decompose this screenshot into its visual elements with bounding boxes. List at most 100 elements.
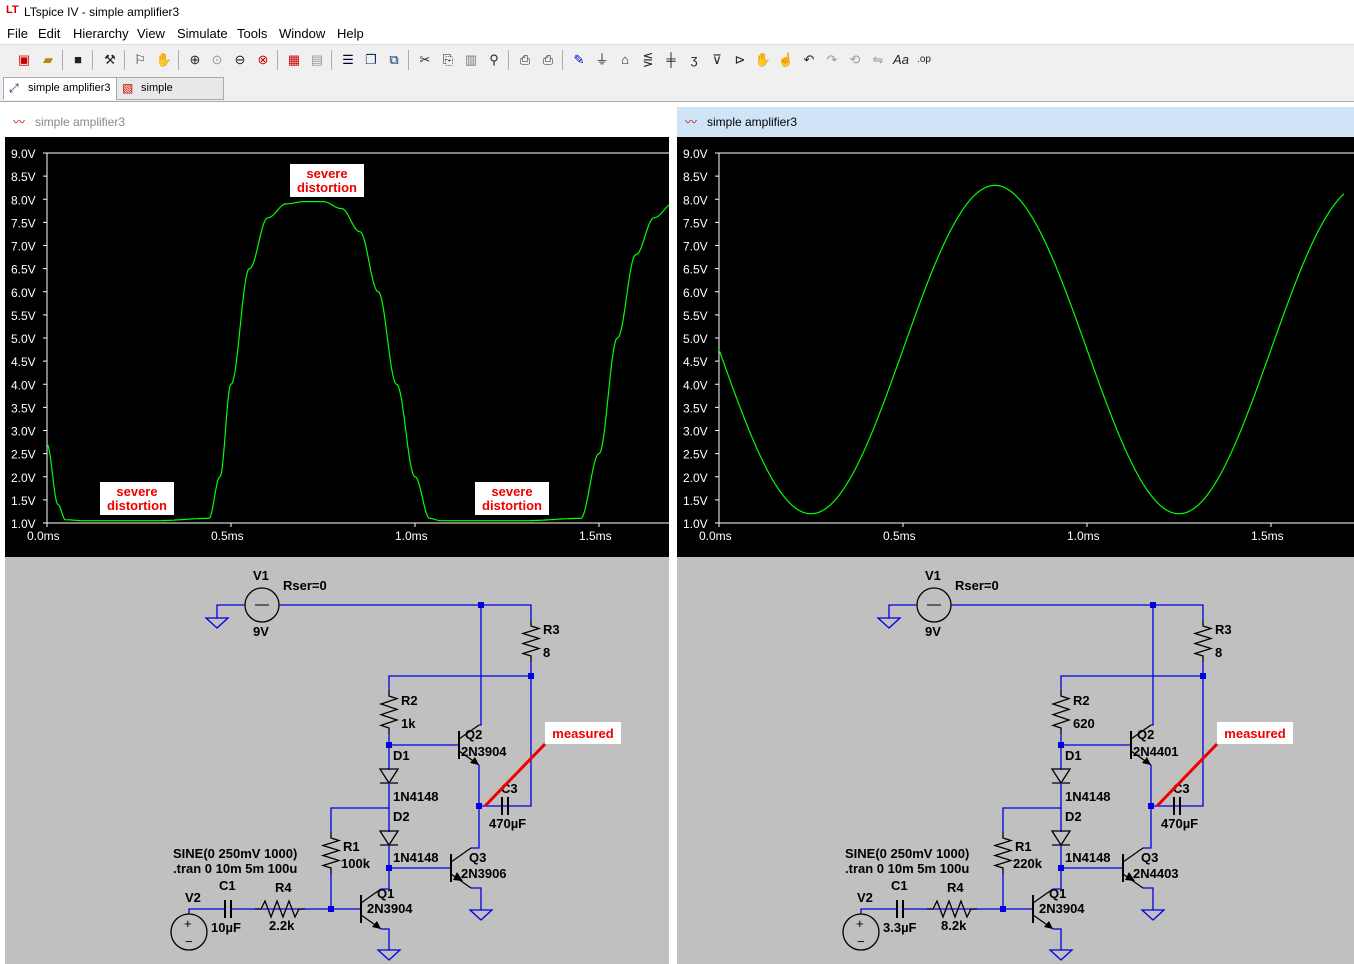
sine-directive: SINE(0 250mV 1000) [845, 846, 969, 861]
y-tick-label: 5.0V [683, 332, 708, 346]
right-plot[interactable]: 9.0V 8.5V 8.0V 7.5V 7.0V 6.5V 6.0V 5.5V 5.0V 4.5V… [677, 137, 1354, 557]
tab-waveform[interactable]: ▧ simple amplifier3 [116, 77, 224, 115]
r1-resistor[interactable] [992, 832, 1014, 874]
wire [471, 887, 482, 910]
copy-icon[interactable]: ⎘ [438, 50, 458, 70]
r2-label: R2 [1073, 693, 1090, 708]
paste-icon[interactable]: ▥ [461, 50, 481, 70]
tab-schematic[interactable]: ⤢ simple amplifier3 [3, 77, 119, 100]
grid-icon[interactable]: ▤ [307, 50, 327, 70]
wire-icon[interactable]: ✎ [569, 50, 589, 70]
tile-horizontal-icon[interactable]: ☰ [338, 50, 358, 70]
menu-file[interactable]: File [7, 26, 28, 41]
r3-label: R3 [543, 622, 560, 637]
cascade-icon[interactable]: ❐ [361, 50, 381, 70]
zoom-in-icon[interactable]: ⊕ [185, 50, 205, 70]
text-icon[interactable]: Aa [891, 50, 911, 70]
autorange-icon[interactable]: ▦ [284, 50, 304, 70]
undo-icon[interactable]: ↶ [799, 50, 819, 70]
resistor-icon[interactable]: ⋚ [638, 50, 658, 70]
r2-resistor[interactable] [1050, 690, 1072, 734]
move-icon[interactable]: ✋ [753, 50, 773, 70]
ground-icon[interactable]: ⏚ [592, 50, 612, 70]
halt-icon[interactable]: ✋ [154, 50, 174, 70]
y-tick-label: 4.0V [11, 378, 36, 392]
left-window-title[interactable]: 〰 simple amplifier3 [5, 107, 669, 137]
r1-label: R1 [1015, 839, 1032, 854]
ground-symbol [204, 617, 230, 629]
menu-view[interactable]: View [137, 26, 165, 41]
wire [381, 928, 390, 950]
wire [1143, 887, 1154, 910]
d1-label: D1 [393, 748, 410, 763]
d1-diode[interactable] [1050, 768, 1072, 785]
y-tick-label: 2.5V [683, 448, 708, 462]
control-panel-icon[interactable]: ⚒ [100, 50, 120, 70]
tran-directive: .tran 0 10m 5m 100u [845, 861, 969, 876]
r3-resistor[interactable] [520, 620, 542, 662]
zoom-out-icon[interactable]: ⊖ [230, 50, 250, 70]
r3-value: 8 [543, 645, 550, 660]
measured-annotation: measured [1217, 722, 1293, 744]
run-icon[interactable]: ⚐ [130, 50, 150, 70]
menu-tools[interactable]: Tools [237, 26, 267, 41]
d2-label: D2 [1065, 809, 1082, 824]
r3-resistor[interactable] [1192, 620, 1214, 662]
r2-value: 620 [1073, 716, 1095, 731]
ground-symbol [1140, 909, 1166, 921]
cut-icon[interactable]: ✂ [415, 50, 435, 70]
menu-simulate[interactable]: Simulate [177, 26, 228, 41]
r2-resistor[interactable] [378, 690, 400, 734]
q3-label: Q3 [469, 850, 486, 865]
menu-edit[interactable]: Edit [38, 26, 60, 41]
q3-value: 2N3906 [461, 866, 507, 881]
component-icon[interactable]: ⊳ [730, 50, 750, 70]
menu-help[interactable]: Help [337, 26, 364, 41]
save-icon[interactable]: ■ [68, 50, 88, 70]
pan-icon[interactable]: ⊙ [207, 50, 227, 70]
wire [1053, 928, 1062, 950]
left-plot[interactable]: 9.0V 8.5V 8.0V 7.5V 7.0V 6.5V 6.0V 5.5V 5.0V 4.5V… [5, 137, 675, 557]
c3-value: 470µF [1161, 816, 1198, 831]
find-icon[interactable]: ⚲ [484, 50, 504, 70]
print-icon[interactable]: ⎙ [538, 50, 558, 70]
c1-label: C1 [219, 878, 236, 893]
mirror-icon[interactable]: ⇋ [868, 50, 888, 70]
v2-label: V2 [185, 890, 201, 905]
rotate-icon[interactable]: ⟲ [845, 50, 865, 70]
svg-text:+: + [856, 916, 864, 931]
new-schematic-icon[interactable]: ▣ [14, 50, 34, 70]
q1-value: 2N3904 [1039, 901, 1085, 916]
zoom-fit-icon[interactable]: ⊗ [253, 50, 273, 70]
d2-value: 1N4148 [1065, 850, 1111, 865]
y-tick-label: 7.0V [11, 240, 36, 254]
y-tick-label: 7.0V [683, 240, 708, 254]
tile-vertical-icon[interactable]: ⧉ [384, 50, 404, 70]
menu-hierarchy[interactable]: Hierarchy [73, 26, 129, 41]
open-icon[interactable]: ▰ [38, 50, 58, 70]
d1-diode[interactable] [378, 768, 400, 785]
d2-diode[interactable] [378, 830, 400, 847]
right-window-title[interactable]: 〰 simple amplifier3 [677, 107, 1354, 137]
left-schematic[interactable]: V1 Rser=0 9V R3 8 R2 1k D1 1N4148 D2 1N4148 Q2 2N390… [5, 562, 669, 964]
print-setup-icon[interactable]: ⎙ [515, 50, 535, 70]
r1-resistor[interactable] [320, 832, 342, 874]
d2-diode[interactable] [1050, 830, 1072, 847]
spice-directive-icon[interactable]: .op [914, 50, 934, 70]
svg-text:distortion: distortion [107, 498, 167, 513]
redo-icon[interactable]: ↷ [822, 50, 842, 70]
wire [388, 662, 532, 690]
c1-label: C1 [891, 878, 908, 893]
inductor-icon[interactable]: ʒ [684, 50, 704, 70]
right-schematic[interactable]: V1 Rser=0 9V R3 8 R2 620 D1 1N4148 D2 1N4148 Q2 2N44… [677, 562, 1354, 964]
menu-window[interactable]: Window [279, 26, 325, 41]
diode-icon[interactable]: ⊽ [707, 50, 727, 70]
q2-value: 2N3904 [461, 744, 507, 759]
label-net-icon[interactable]: ⌂ [615, 50, 635, 70]
wire [216, 604, 245, 618]
drag-icon[interactable]: ☝ [776, 50, 796, 70]
r4-label: R4 [275, 880, 292, 895]
ground-symbol [1048, 949, 1074, 961]
capacitor-icon[interactable]: ╪ [661, 50, 681, 70]
y-tick-label: 5.5V [683, 309, 708, 323]
